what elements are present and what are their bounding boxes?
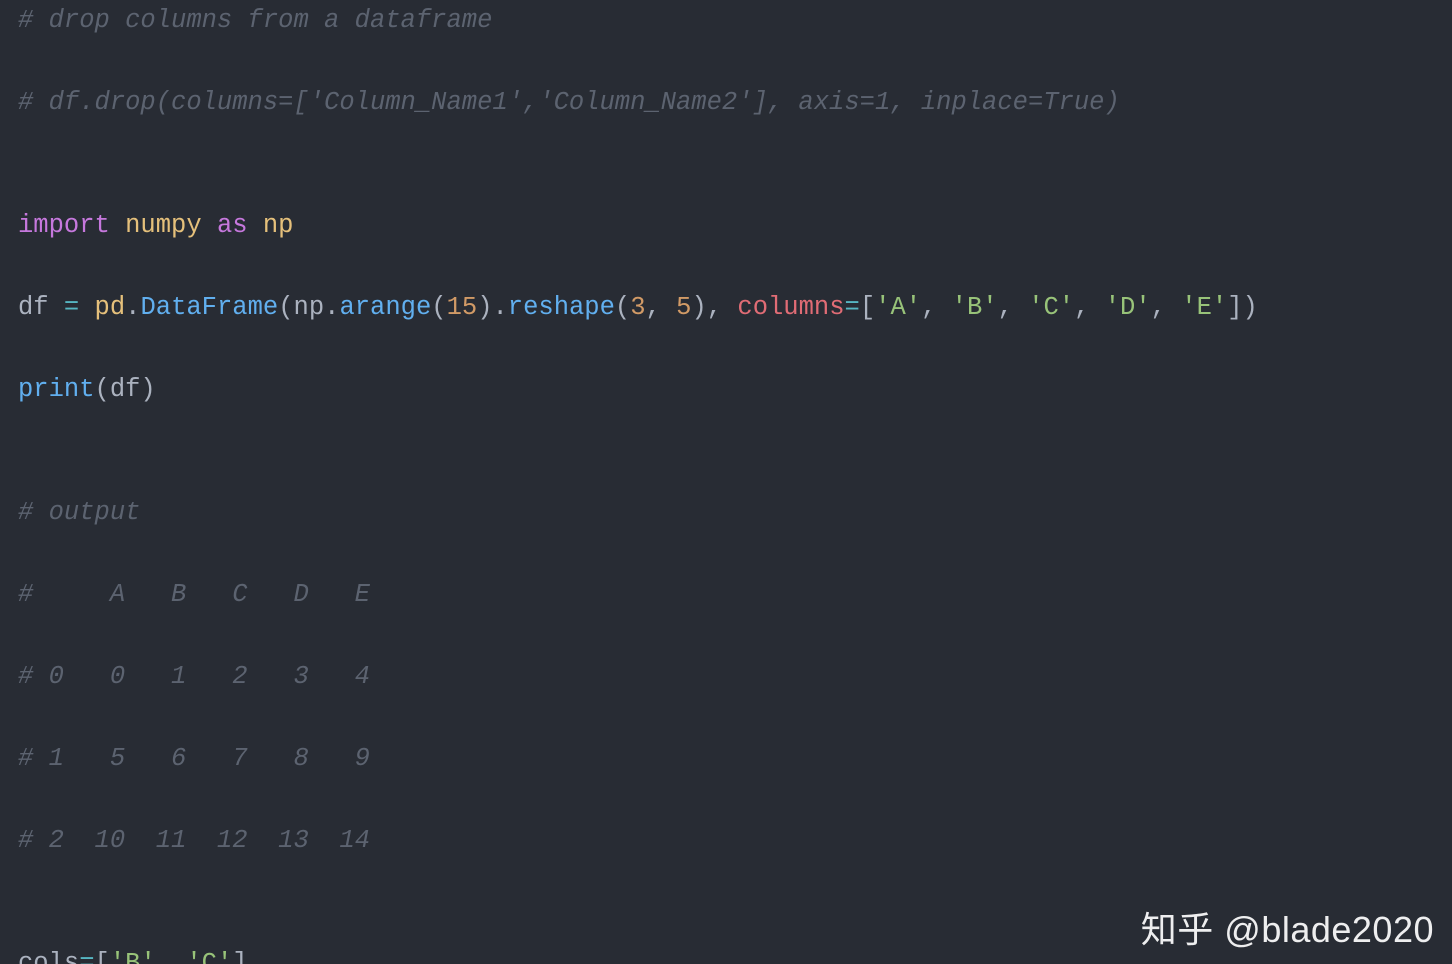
module-pd: pd: [79, 293, 125, 322]
number-literal: 15: [447, 293, 478, 322]
output-row: # 0 0 1 2 3 4: [18, 662, 370, 691]
comma: ,: [1151, 293, 1182, 322]
string-literal: 'E': [1181, 293, 1227, 322]
module-np-ref: np: [294, 293, 325, 322]
module-numpy: numpy: [110, 211, 217, 240]
bracket-paren: ]): [1227, 293, 1258, 322]
number-literal: 5: [676, 293, 691, 322]
string-literal: 'B': [110, 949, 156, 964]
bracket: [: [95, 949, 110, 964]
comment-output: # output: [18, 498, 140, 527]
dot: .: [324, 293, 339, 322]
keyword-import: import: [18, 211, 110, 240]
string-literal: 'A': [875, 293, 921, 322]
output-row: # 2 10 11 12 13 14: [18, 826, 370, 855]
operator-equals: =: [845, 293, 860, 322]
number-literal: 3: [630, 293, 645, 322]
paren: (: [278, 293, 293, 322]
comment-line: # drop columns from a dataframe: [18, 6, 492, 35]
output-row: # 1 5 6 7 8 9: [18, 744, 370, 773]
fn-dataframe: DataFrame: [140, 293, 278, 322]
fn-reshape: reshape: [508, 293, 615, 322]
fn-arange: arange: [339, 293, 431, 322]
keyword-as: as: [217, 211, 248, 240]
comma: ,: [646, 293, 677, 322]
kwarg-columns: columns: [737, 293, 844, 322]
code-editor[interactable]: # drop columns from a dataframe # df.dro…: [0, 0, 1452, 964]
bracket: ]: [232, 949, 247, 964]
var-df: df: [18, 293, 64, 322]
dot: .: [125, 293, 140, 322]
comma: ,: [156, 949, 187, 964]
string-literal: 'C': [1028, 293, 1074, 322]
comma: ,: [998, 293, 1029, 322]
paren-dot: ).: [477, 293, 508, 322]
paren: (: [431, 293, 446, 322]
fn-print: print: [18, 375, 95, 404]
paren-comma: ),: [691, 293, 737, 322]
paren: (: [615, 293, 630, 322]
comment-line: # df.drop(columns=['Column_Name1','Colum…: [18, 88, 1120, 117]
operator-equals: =: [64, 293, 79, 322]
var-cols: cols: [18, 949, 79, 964]
print-arg: (df): [95, 375, 156, 404]
bracket: [: [860, 293, 875, 322]
string-literal: 'D': [1105, 293, 1151, 322]
output-header: # A B C D E: [18, 580, 370, 609]
comma: ,: [921, 293, 952, 322]
string-literal: 'B': [952, 293, 998, 322]
comma: ,: [1074, 293, 1105, 322]
alias-np: np: [248, 211, 294, 240]
operator-equals: =: [79, 949, 94, 964]
string-literal: 'C': [186, 949, 232, 964]
